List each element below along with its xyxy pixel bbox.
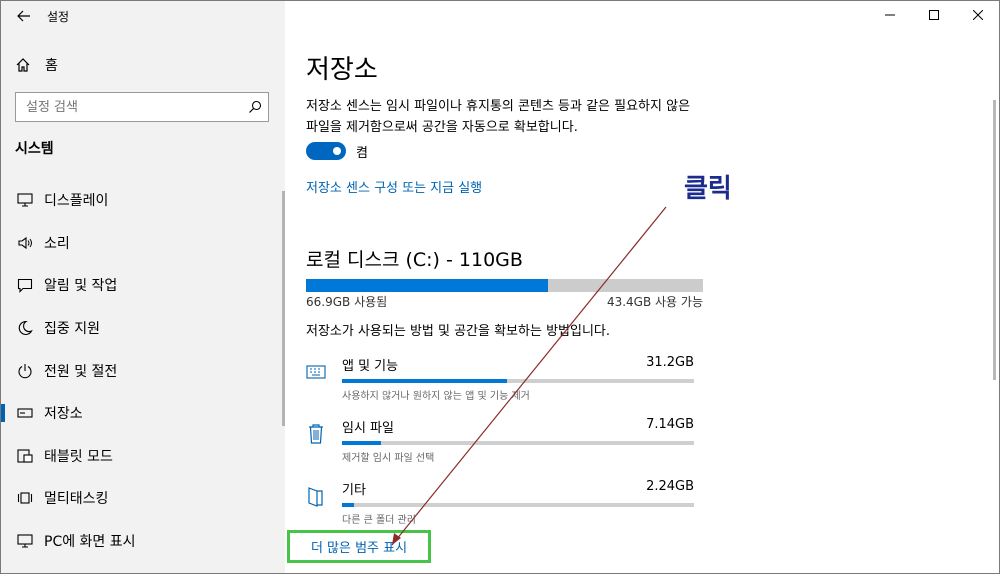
annotation-arrow xyxy=(391,206,667,546)
